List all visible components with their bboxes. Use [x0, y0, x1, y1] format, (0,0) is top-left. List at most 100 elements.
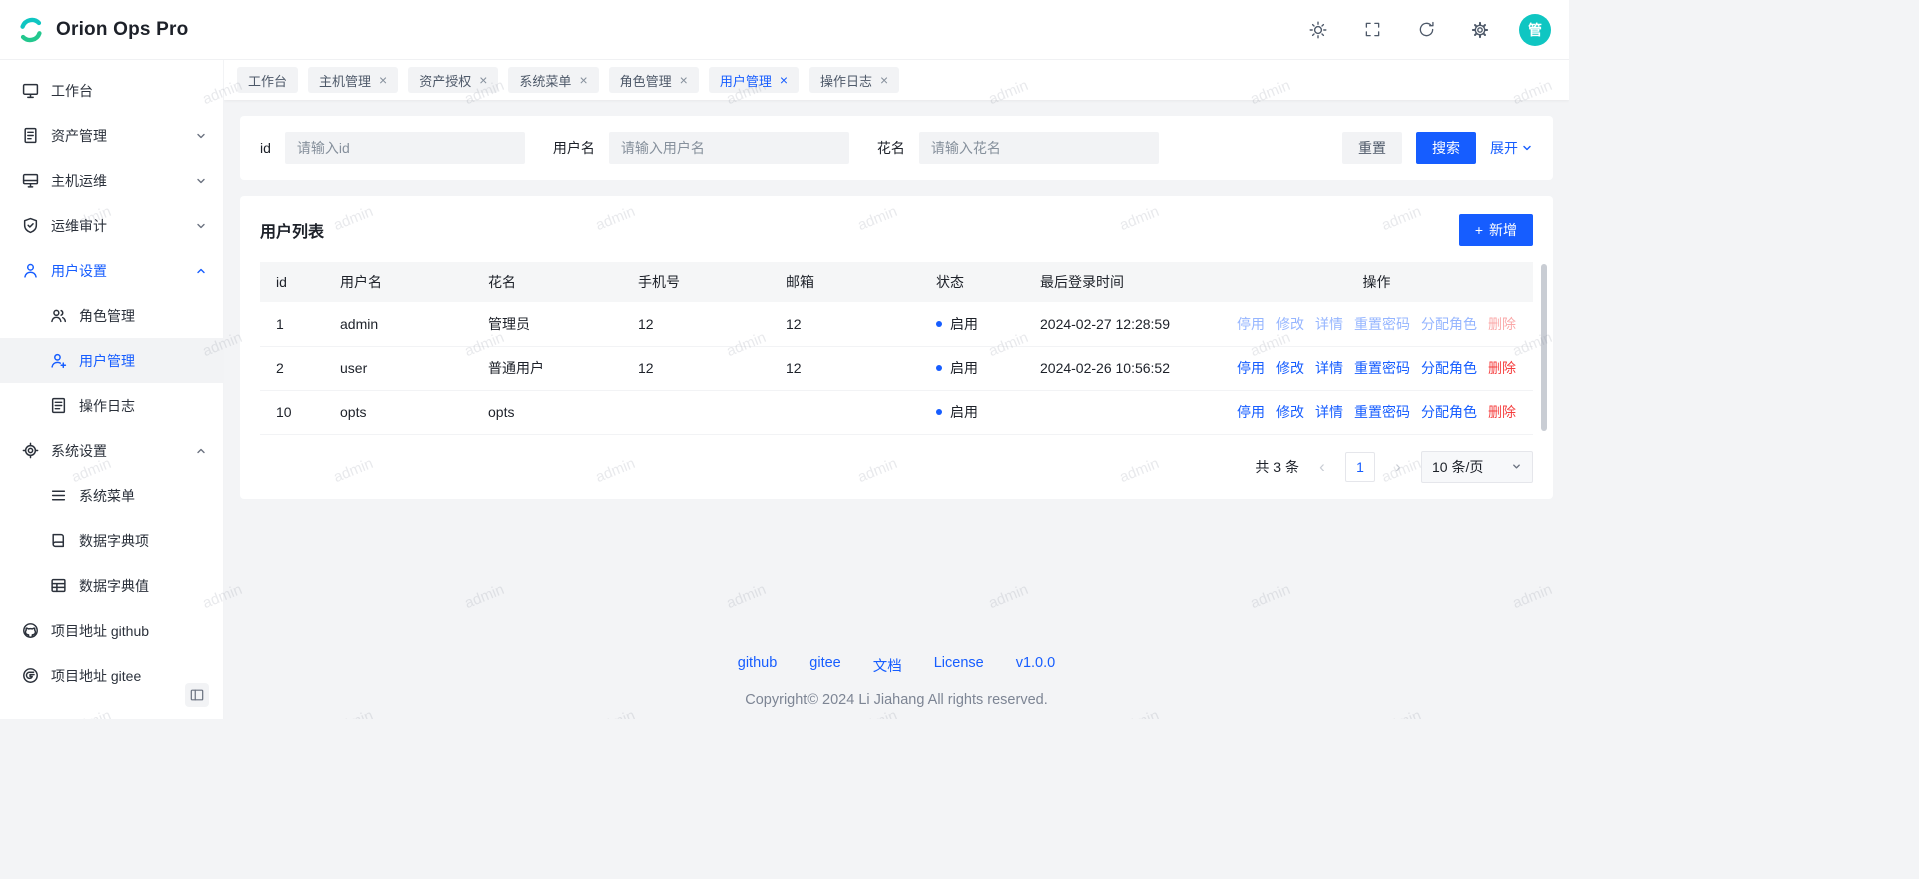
cell-actions: 停用 修改 详情 重置密码 分配角色 删除 — [1220, 390, 1533, 434]
footer-link-license[interactable]: License — [934, 655, 984, 676]
sidebar-item-host-ops[interactable]: 主机运维 — [0, 158, 223, 203]
tab-label: 主机管理 — [319, 71, 371, 90]
action-assign-role[interactable]: 分配角色 — [1421, 314, 1477, 334]
tab-host-management[interactable]: 主机管理 × — [308, 67, 398, 93]
page-size-select[interactable]: 10 条/页 — [1421, 451, 1533, 483]
sidebar-item-audit[interactable]: 运维审计 — [0, 203, 223, 248]
search-button[interactable]: 搜索 — [1416, 132, 1476, 164]
chevron-up-icon — [195, 445, 207, 457]
action-detail[interactable]: 详情 — [1315, 314, 1343, 334]
tab-close-icon[interactable]: × — [379, 73, 387, 87]
sidebar-item-label: 工作台 — [51, 81, 93, 101]
sidebar-item-dict-values[interactable]: 数据字典值 — [0, 563, 223, 608]
status-dot-icon — [936, 409, 942, 415]
footer-link-github[interactable]: github — [738, 655, 778, 676]
action-delete[interactable]: 删除 — [1488, 358, 1516, 378]
add-user-button[interactable]: + 新增 — [1459, 214, 1533, 246]
fullscreen-button[interactable] — [1357, 15, 1387, 45]
tab-role-management[interactable]: 角色管理 × — [609, 67, 699, 93]
tab-close-icon[interactable]: × — [780, 73, 788, 87]
reset-button[interactable]: 重置 — [1342, 132, 1402, 164]
user-list-card: 用户列表 + 新增 id — [240, 196, 1553, 499]
action-reset-password[interactable]: 重置密码 — [1354, 358, 1410, 378]
tab-close-icon[interactable]: × — [579, 73, 587, 87]
col-header-username: 用户名 — [324, 262, 472, 302]
tab-label: 系统菜单 — [519, 71, 571, 90]
tab-close-icon[interactable]: × — [680, 73, 688, 87]
cell-id: 2 — [260, 346, 324, 390]
id-input[interactable] — [285, 132, 525, 164]
sidebar-collapse-button[interactable] — [185, 683, 209, 707]
table-scrollbar[interactable] — [1541, 264, 1547, 431]
filter-field-id: id — [260, 132, 525, 164]
sidebar-item-github[interactable]: 项目地址 github — [0, 608, 223, 653]
tab-user-management[interactable]: 用户管理 × — [709, 67, 799, 93]
tab-operation-log[interactable]: 操作日志 × — [809, 67, 899, 93]
col-header-last-login: 最后登录时间 — [1024, 262, 1220, 302]
sidebar-item-user-settings[interactable]: 用户设置 — [0, 248, 223, 293]
sidebar-item-label: 主机运维 — [51, 171, 107, 191]
action-disable[interactable]: 停用 — [1237, 358, 1265, 378]
action-disable[interactable]: 停用 — [1237, 314, 1265, 334]
action-edit[interactable]: 修改 — [1276, 402, 1304, 422]
tab-asset-authorization[interactable]: 资产授权 × — [408, 67, 498, 93]
sidebar-item-role-management[interactable]: 角色管理 — [0, 293, 223, 338]
cell-username: admin — [324, 302, 472, 346]
action-detail[interactable]: 详情 — [1315, 358, 1343, 378]
cell-nickname: opts — [472, 390, 622, 434]
logo-area: Orion Ops Pro — [16, 15, 188, 45]
settings-button[interactable] — [1465, 15, 1495, 45]
sidebar-item-operation-log[interactable]: 操作日志 — [0, 383, 223, 428]
tab-label: 角色管理 — [620, 71, 672, 90]
nickname-input[interactable] — [919, 132, 1159, 164]
avatar[interactable]: 管 — [1519, 14, 1551, 46]
footer-link-version[interactable]: v1.0.0 — [1016, 655, 1056, 676]
tab-close-icon[interactable]: × — [880, 73, 888, 87]
username-input[interactable] — [609, 132, 849, 164]
theme-toggle-button[interactable] — [1303, 15, 1333, 45]
action-disable[interactable]: 停用 — [1237, 402, 1265, 422]
sidebar-item-system-menu[interactable]: 系统菜单 — [0, 473, 223, 518]
status-label: 启用 — [950, 358, 978, 378]
book-icon — [50, 532, 67, 549]
tab-system-menu[interactable]: 系统菜单 × — [508, 67, 598, 93]
status-label: 启用 — [950, 402, 978, 422]
tab-label: 资产授权 — [419, 71, 471, 90]
sidebar-item-dict-keys[interactable]: 数据字典项 — [0, 518, 223, 563]
footer-links: github gitee 文档 License v1.0.0 — [240, 655, 1553, 676]
pagination-prev-button[interactable]: ‹ — [1309, 454, 1335, 480]
footer-link-docs[interactable]: 文档 — [873, 655, 902, 676]
tab-close-icon[interactable]: × — [479, 73, 487, 87]
cell-status: 启用 — [920, 390, 1024, 434]
action-assign-role[interactable]: 分配角色 — [1421, 358, 1477, 378]
sidebar-item-label: 用户管理 — [79, 351, 135, 371]
action-delete[interactable]: 删除 — [1488, 402, 1516, 422]
action-detail[interactable]: 详情 — [1315, 402, 1343, 422]
action-reset-password[interactable]: 重置密码 — [1354, 402, 1410, 422]
action-reset-password[interactable]: 重置密码 — [1354, 314, 1410, 334]
expand-filter-button[interactable]: 展开 — [1490, 138, 1533, 158]
sidebar-item-user-management[interactable]: 用户管理 — [0, 338, 223, 383]
tool-icon — [22, 442, 39, 459]
sidebar-item-assets[interactable]: 资产管理 — [0, 113, 223, 158]
sidebar-item-label: 用户设置 — [51, 261, 107, 281]
action-delete[interactable]: 删除 — [1488, 314, 1516, 334]
user-table-wrap: id 用户名 花名 手机号 邮箱 状态 最后登录时间 操作 — [260, 262, 1533, 435]
sidebar-item-system-settings[interactable]: 系统设置 — [0, 428, 223, 473]
sidebar-item-label: 操作日志 — [79, 396, 135, 416]
filter-field-username: 用户名 — [553, 132, 849, 164]
app-header: Orion Ops Pro — [0, 0, 1569, 60]
action-edit[interactable]: 修改 — [1276, 314, 1304, 334]
action-assign-role[interactable]: 分配角色 — [1421, 402, 1477, 422]
chevron-down-icon — [1511, 461, 1522, 472]
tab-workbench[interactable]: 工作台 — [237, 67, 298, 93]
sidebar-item-workbench[interactable]: 工作台 — [0, 68, 223, 113]
cell-last-login: 2024-02-26 10:56:52 — [1024, 346, 1220, 390]
footer-link-gitee[interactable]: gitee — [809, 655, 840, 676]
pagination-next-button[interactable]: › — [1385, 454, 1411, 480]
col-header-id: id — [260, 262, 324, 302]
refresh-button[interactable] — [1411, 15, 1441, 45]
action-edit[interactable]: 修改 — [1276, 358, 1304, 378]
cell-last-login: 2024-02-27 12:28:59 — [1024, 302, 1220, 346]
pagination-page-1[interactable]: 1 — [1345, 452, 1375, 482]
